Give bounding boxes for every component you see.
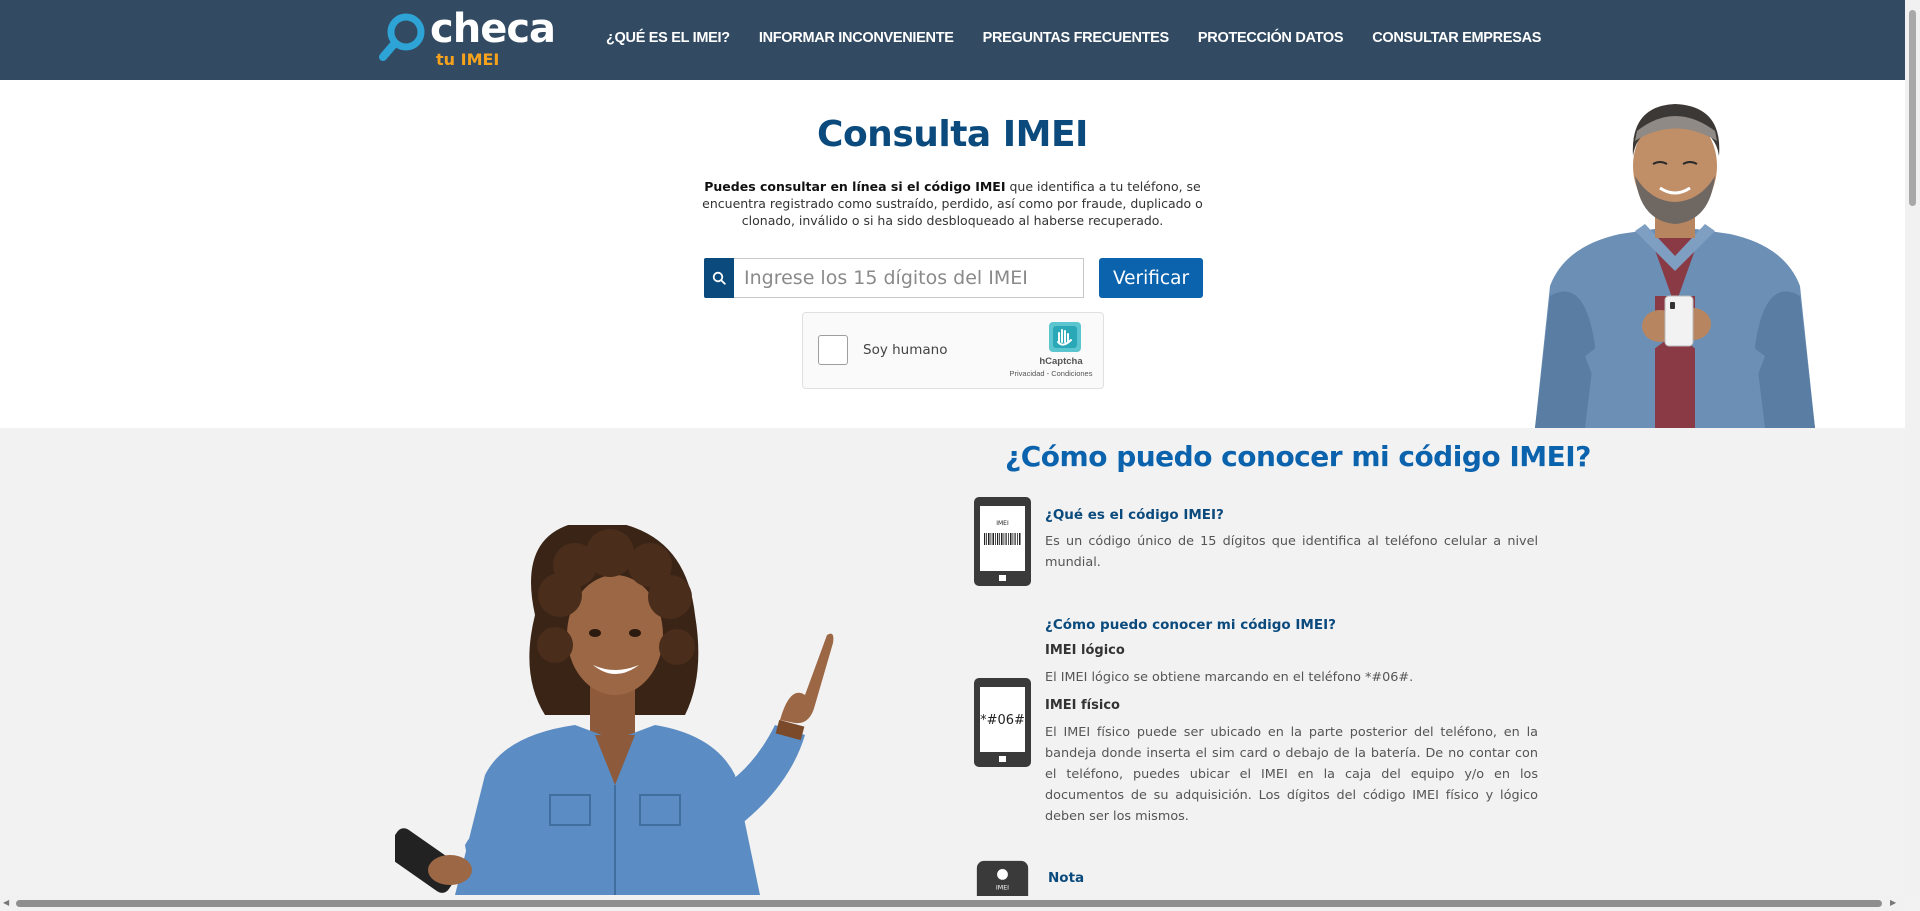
phone-battery-icon: IMEI — [976, 860, 1029, 896]
logo-subtitle: tu IMEI — [436, 50, 500, 69]
checa-tu-imei-logo[interactable]: checa tu IMEI — [378, 6, 556, 70]
woman-pointing-image — [395, 525, 834, 895]
imei-input[interactable] — [734, 258, 1084, 298]
item-sub-imei-logico: IMEI lógico — [1045, 643, 1125, 658]
logo-wordmark: checa — [430, 6, 556, 52]
item-heading-que-es-imei: ¿Qué es el código IMEI? — [1045, 507, 1224, 523]
vertical-scrollbar-thumb[interactable] — [1909, 10, 1916, 206]
nav-preguntas-frecuentes[interactable]: PREGUNTAS FRECUENTES — [983, 30, 1170, 46]
hero-description: Puedes consultar en línea si el código I… — [700, 178, 1205, 229]
captcha-label: Soy humano — [863, 342, 948, 358]
magnifier-logo-icon — [379, 13, 425, 61]
item-sub-imei-fisico: IMEI físico — [1045, 698, 1120, 713]
phone-dial-code-icon: *#06# — [974, 678, 1031, 767]
captcha-brand: hCaptcha — [1039, 356, 1083, 367]
item-heading-como-conocer: ¿Cómo puedo conocer mi código IMEI? — [1045, 617, 1336, 633]
hero-section: Consulta IMEI Puedes consultar en línea … — [0, 80, 1905, 428]
search-icon — [704, 258, 734, 298]
scroll-left-arrow-icon[interactable]: ◀ — [3, 898, 9, 907]
item-text-que-es-imei: Es un código único de 15 dígitos que ide… — [1045, 534, 1538, 570]
captcha-checkbox[interactable] — [818, 335, 848, 365]
hcaptcha-logo-icon — [1049, 322, 1081, 352]
hcaptcha-widget: Soy humano hCaptcha Privacidad - Condici… — [802, 312, 1104, 389]
item-heading-nota: Nota — [1048, 870, 1085, 886]
main-nav: ¿QUÉ ES EL IMEI? INFORMAR INCONVENIENTE … — [606, 30, 1570, 46]
man-with-phone-image — [1535, 104, 1815, 428]
captcha-privacy-links[interactable]: Privacidad - Condiciones — [1001, 369, 1101, 378]
phone-dial-code-icon-text: *#06# — [980, 713, 1025, 728]
item-text-imei-logico: El IMEI lógico se obtiene marcando en el… — [1045, 670, 1414, 685]
top-navbar: checa tu IMEI ¿QUÉ ES EL IMEI? INFORMAR … — [0, 0, 1905, 80]
phone-barcode-icon-text: IMEI — [996, 520, 1009, 527]
hero-description-bold: Puedes consultar en línea si el código I… — [704, 179, 1006, 194]
nav-que-es-imei[interactable]: ¿QUÉ ES EL IMEI? — [606, 30, 730, 46]
phone-battery-icon-text: IMEI — [996, 885, 1009, 892]
horizontal-scrollbar[interactable]: ◀ ▶ — [0, 896, 1905, 911]
nav-informar-inconveniente[interactable]: INFORMAR INCONVENIENTE — [759, 30, 954, 46]
item-text-imei-fisico: El IMEI físico puede ser ubicado en la p… — [1045, 725, 1538, 824]
phone-barcode-icon: IMEI — [974, 497, 1031, 586]
horizontal-scrollbar-thumb[interactable] — [16, 900, 1882, 907]
vertical-scrollbar[interactable] — [1905, 0, 1920, 896]
nav-consultar-empresas[interactable]: CONSULTAR EMPRESAS — [1372, 30, 1541, 46]
imei-search-form — [704, 258, 1084, 298]
section-title: ¿Cómo puedo conocer mi código IMEI? — [1005, 440, 1591, 473]
verify-button[interactable]: Verificar — [1099, 258, 1203, 298]
nav-proteccion-datos[interactable]: PROTECCIÓN DATOS — [1198, 30, 1344, 46]
scroll-right-arrow-icon[interactable]: ▶ — [1890, 898, 1896, 907]
